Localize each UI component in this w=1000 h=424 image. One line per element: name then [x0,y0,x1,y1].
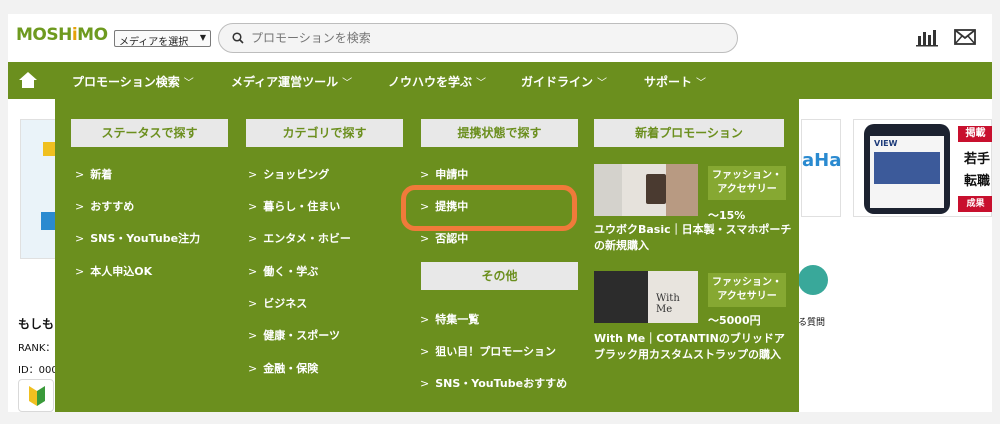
phone-screen: VIEW [870,136,944,208]
menu-item-living[interactable]: > 暮らし・住まい [248,198,340,214]
chevron-down-icon: ﹀ [696,78,707,89]
promo-image-text: With Me [656,293,680,315]
faq-circle-icon[interactable] [798,265,828,295]
mega-menu: ステータスで探す > 新着 > おすすめ > SNS・YouTube注力 > 本人申込O… [55,99,799,412]
phone-image [874,152,940,184]
left-banner[interactable] [20,119,63,259]
promo-category-badge: ファッション・ アクセサリー [708,273,786,307]
nav-item-guideline[interactable]: ガイドライン ﹀ [521,73,607,90]
menu-item-applying[interactable]: > 申請中 [420,166,468,182]
menu-item-finance[interactable]: > 金融・保険 [248,360,318,376]
main-nav: プロモーション検索 ﹀ メディア運営ツール ﹀ ノウハウを学ぶ ﹀ ガイドライン ﹀ サ… [8,62,992,99]
chevron-down-icon: ﹀ [476,78,487,89]
promo-title[interactable]: With Me｜COTANTINのブリッドアブラック用カスタムストラップの購入 [594,331,794,363]
nav-item-promotion-search[interactable]: プロモーション検索 ﹀ [72,73,194,90]
status-heading: ステータスで探す [71,119,228,147]
menu-item-entertainment[interactable]: > エンタメ・ホビー [248,230,351,246]
new-promotion-heading: 新着プロモーション [594,119,784,147]
promo-title[interactable]: ユウボクBasic｜日本製・スマホポーチの新規購入 [594,222,794,254]
promo-reward: ～5000円 [708,314,761,327]
promo-image-part [666,164,698,216]
banner-text: 成果 [958,196,992,212]
chevron-down-icon: ﹀ [183,78,194,89]
highlight-annotation [401,185,577,231]
banner-tag: 掲載 [958,126,992,142]
faq-label: る質問 [798,318,826,328]
category-heading: カテゴリで探す [246,119,403,147]
logo[interactable]: MOSHiMO [16,25,108,45]
menu-item-work-learn[interactable]: > 働く・学ぶ [248,263,318,279]
menu-item-rejected[interactable]: > 否認中 [420,230,468,246]
browser-frame: MOSHiMO メディアを選択 ▼ プロモーション検索﹀ メディア運営ツール﹀ … [8,14,992,412]
menu-item-self-apply[interactable]: > 本人申込OK [75,263,152,279]
chevron-down-icon: ▼ [199,33,206,42]
left-card-title: もしも [18,317,55,331]
right-banner[interactable]: VIEW 掲載 若手 転職 成果 [853,119,992,217]
promo-image-part [594,271,648,323]
nav-item-support[interactable]: サポート ﹀ [644,73,706,90]
middle-banner[interactable]: aHa [801,119,841,217]
menu-item-health-sports[interactable]: > 健康・スポーツ [248,327,340,343]
chevron-down-icon: ﹀ [342,78,353,89]
media-select[interactable]: メディアを選択 ▼ [114,30,211,48]
promo-image-part [646,174,666,204]
nav-item-media-tools[interactable]: メディア運営ツール ﹀ [231,73,352,90]
report-chart-icon[interactable] [916,27,938,47]
other-heading: その他 [421,262,578,290]
banner-text: 転職 [964,174,991,189]
search-input[interactable] [251,29,721,47]
banner-text: 若手 [964,152,991,167]
promo-image[interactable] [594,164,698,216]
promo-image-part [594,164,622,216]
promo-reward: ～15% [708,209,746,222]
partner-status-heading: 提携状態で探す [421,119,578,147]
chevron-down-icon: ﹀ [597,78,608,89]
phone-mock: VIEW [864,124,950,214]
banner-text: aHa [802,150,842,171]
promo-image[interactable]: With Me [594,271,698,323]
menu-item-sns-youtube[interactable]: > SNS・YouTube注力 [75,230,200,246]
rank-label: RANK： [18,343,56,354]
menu-item-sns-youtube-recommended[interactable]: > SNS・YouTubeおすすめ [420,375,567,391]
id-label: ID：000 [18,365,58,376]
nav-item-knowhow[interactable]: ノウハウを学ぶ ﹀ [388,73,486,90]
menu-item-features[interactable]: > 特集一覧 [420,311,479,327]
menu-item-business[interactable]: > ビジネス [248,295,307,311]
banner-view-text: VIEW [874,139,898,148]
search-icon [232,32,244,44]
beginner-card[interactable] [18,379,54,412]
beginner-mark-icon [29,386,45,406]
search-bar[interactable] [218,23,738,53]
menu-item-target-promotion[interactable]: > 狙い目！プロモーション [420,343,556,359]
home-icon[interactable] [18,71,38,89]
promo-category-badge: ファッション・ アクセサリー [708,166,786,200]
media-select-label: メディアを選択 [119,37,189,48]
menu-item-new[interactable]: > 新着 [75,166,112,182]
header: MOSHiMO メディアを選択 ▼ [8,14,992,62]
menu-item-recommended[interactable]: > おすすめ [75,198,134,214]
menu-item-shopping[interactable]: > ショッピング [248,166,329,182]
mail-icon[interactable] [954,29,976,45]
